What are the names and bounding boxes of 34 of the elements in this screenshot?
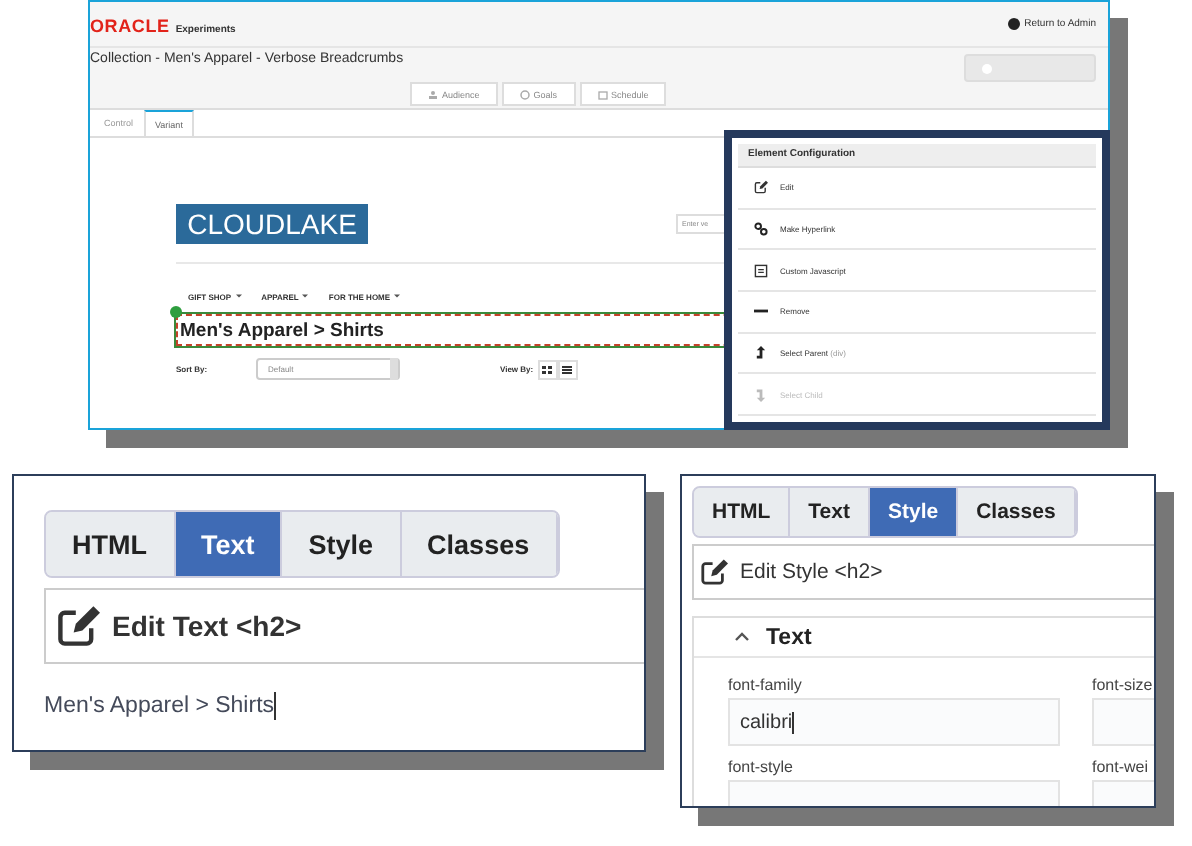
- grid-view-button[interactable]: [537, 359, 558, 379]
- caret-icon: [302, 294, 309, 298]
- field-label: font-wei: [1092, 758, 1151, 778]
- tab[interactable]: Style: [869, 488, 959, 536]
- document-icon: [754, 263, 768, 278]
- field-label: font-size: [1092, 676, 1154, 696]
- editor-header: Edit Style <h2>: [740, 560, 883, 584]
- edit-icon: [700, 558, 728, 586]
- people-icon: [428, 89, 438, 99]
- grid-icon: [542, 365, 553, 373]
- caret-icon: [394, 294, 401, 298]
- editor-header: Edit Text <h2>: [112, 610, 302, 642]
- text-input[interactable]: Men's Apparel > Shirts: [44, 692, 277, 720]
- field-label: font-family: [728, 676, 804, 696]
- list-icon: [562, 365, 573, 373]
- arrow-up-icon: [754, 345, 768, 360]
- chevron-icon: [734, 632, 750, 642]
- input-field[interactable]: calibri: [728, 698, 1060, 746]
- store-logo: CLOUDLAKE: [176, 204, 368, 244]
- list-view-button[interactable]: [557, 359, 578, 379]
- brand-logo: ORACLE: [90, 16, 170, 36]
- section-toggle[interactable]: Text: [694, 618, 1154, 658]
- edit-icon: [56, 604, 100, 648]
- link-icon: [754, 221, 768, 236]
- tab[interactable]: HTML: [46, 512, 175, 576]
- edit-icon: [754, 180, 768, 195]
- field-label: font-style: [728, 758, 795, 778]
- caret-icon: [235, 294, 242, 298]
- target-icon: [519, 89, 530, 99]
- calendar-icon: [597, 89, 608, 99]
- tab[interactable]: HTML: [694, 488, 791, 536]
- arrow-down-icon: [754, 387, 768, 402]
- badge-icon: [170, 306, 182, 318]
- tab[interactable]: Text: [175, 512, 283, 576]
